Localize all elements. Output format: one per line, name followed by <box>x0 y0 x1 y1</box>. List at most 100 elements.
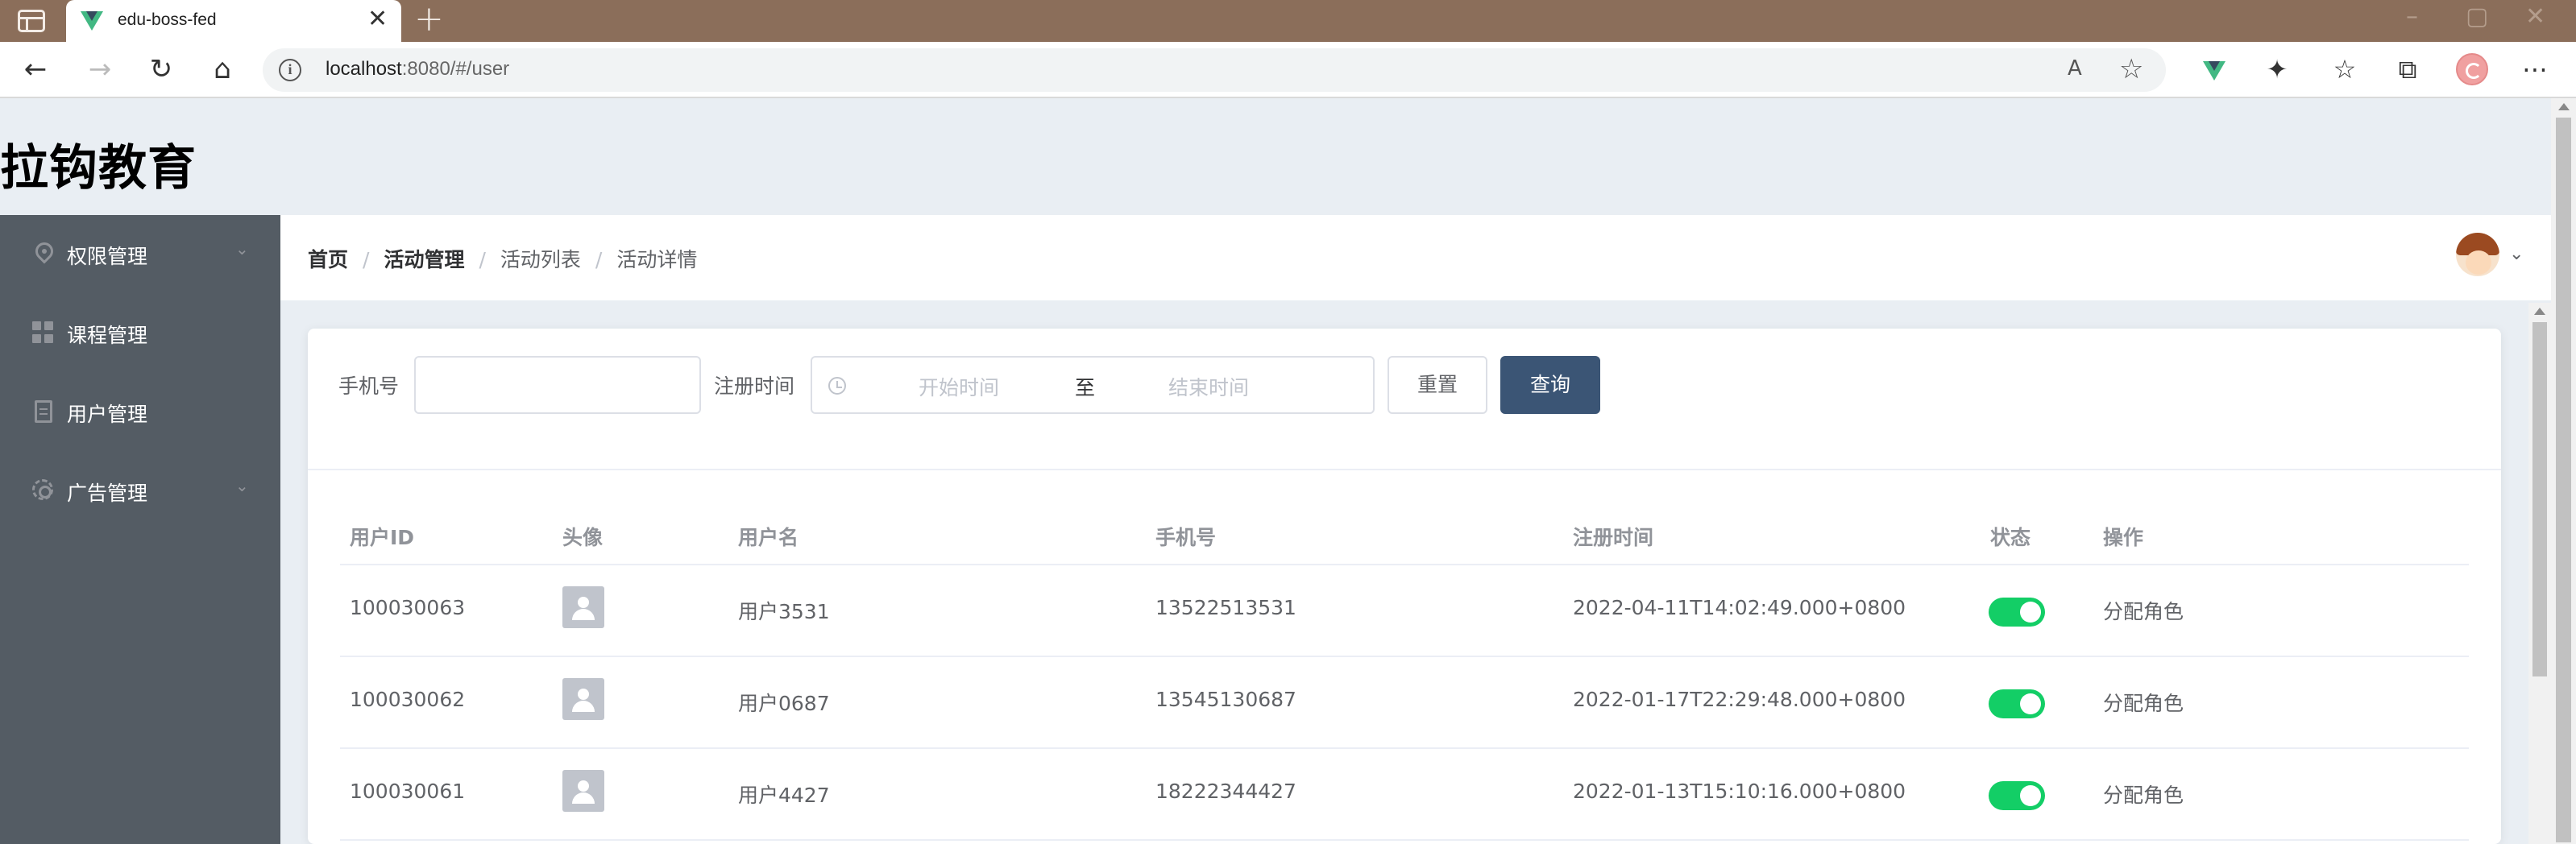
column-header: 状态 <box>1990 526 2031 549</box>
column-header: 注册时间 <box>1573 526 1654 549</box>
assign-role-button[interactable]: 分配角色 <box>2103 596 2184 625</box>
extensions-icon[interactable]: ✦ <box>2259 53 2295 85</box>
breadcrumb-item-activity-list: 活动列表 <box>500 248 581 271</box>
user-avatar-icon <box>562 770 604 812</box>
phone-input[interactable] <box>414 356 701 414</box>
breadcrumb-separator: / <box>363 248 370 271</box>
tab-title[interactable]: edu-boss-fed <box>118 10 217 30</box>
app-header: 拉钩教育 <box>0 98 2551 215</box>
scroll-up-icon[interactable] <box>2558 103 2570 110</box>
window-minimize-icon[interactable]: – <box>2406 5 2418 29</box>
content-card: 手机号 注册时间 开始时间 至 结束时间 重置 查询 用户ID 头像 用户名 手… <box>308 329 2501 844</box>
register-time-cell: 2022-04-11T14:02:49.000+0800 <box>1573 596 1906 619</box>
window-maximize-icon[interactable]: ▢ <box>2466 5 2488 29</box>
sidebar-item-courses[interactable]: 课程管理 <box>0 294 280 373</box>
user-id-cell: 100030063 <box>350 596 466 619</box>
clock-icon <box>828 377 846 395</box>
document-icon <box>35 400 52 423</box>
status-switch[interactable] <box>1989 781 2045 810</box>
phone-cell: 13545130687 <box>1155 688 1296 711</box>
filter-form: 手机号 注册时间 开始时间 至 结束时间 重置 查询 <box>308 329 2501 470</box>
grid-icon <box>32 321 55 344</box>
avatar[interactable] <box>2456 233 2499 276</box>
user-avatar-icon <box>562 586 604 628</box>
username-cell: 用户0687 <box>738 692 830 715</box>
start-date-input[interactable]: 开始时间 <box>919 372 999 401</box>
scrollbar-thumb[interactable] <box>2532 322 2547 676</box>
assign-role-button[interactable]: 分配角色 <box>2103 688 2184 717</box>
info-icon[interactable]: i <box>279 59 301 81</box>
forward-icon[interactable]: → <box>82 53 118 85</box>
column-header: 用户名 <box>738 526 799 549</box>
breadcrumb-separator: / <box>479 248 486 271</box>
username-cell: 用户4427 <box>738 784 830 807</box>
table-row: 100030063 用户3531 13522513531 2022-04-11T… <box>340 565 2469 657</box>
sidebar-item-label: 课程管理 <box>67 324 148 347</box>
breadcrumb: 首页 / 活动管理 / 活动列表 / 活动详情 <box>308 244 697 273</box>
sidebar-item-label: 广告管理 <box>67 482 148 505</box>
phone-cell: 13522513531 <box>1155 596 1296 619</box>
scroll-up-icon[interactable] <box>2534 308 2545 315</box>
chevron-down-icon[interactable]: ⌄ <box>2509 244 2524 264</box>
browser-tab[interactable] <box>66 0 401 42</box>
end-date-input[interactable]: 结束时间 <box>1168 372 1249 401</box>
date-range-picker[interactable]: 开始时间 至 结束时间 <box>811 356 1375 414</box>
content-scrollbar[interactable] <box>2528 303 2551 844</box>
refresh-icon[interactable]: ↻ <box>143 53 179 85</box>
menu-icon[interactable]: ⋯ <box>2517 53 2553 85</box>
favorites-icon[interactable]: ☆ <box>2327 53 2362 85</box>
browser-tab-bar: edu-boss-fed ✕ + – ▢ ✕ <box>0 0 2576 42</box>
new-tab-icon[interactable]: + <box>414 2 444 37</box>
app-logo: 拉钩教育 <box>0 140 197 197</box>
table-row: 100030061 用户4427 18222344427 2022-01-13T… <box>340 749 2469 841</box>
column-header: 手机号 <box>1155 526 1217 549</box>
table-header: 用户ID 头像 用户名 手机号 注册时间 状态 操作 <box>340 498 2469 565</box>
range-separator: 至 <box>1075 376 1096 399</box>
vue-devtools-icon[interactable] <box>2203 61 2225 81</box>
status-switch[interactable] <box>1989 598 2045 627</box>
phone-cell: 18222344427 <box>1155 780 1296 803</box>
column-header: 操作 <box>2103 526 2144 549</box>
sidebar-item-label: 用户管理 <box>67 403 148 426</box>
home-icon[interactable]: ⌂ <box>205 53 240 85</box>
back-icon[interactable]: ← <box>18 53 53 85</box>
phone-label: 手机号 <box>338 374 400 398</box>
register-date-label: 注册时间 <box>714 374 795 398</box>
sidebar-item-ads[interactable]: 广告管理 ⌄ <box>0 452 280 531</box>
collections-icon[interactable]: ⧉ <box>2390 53 2425 85</box>
reset-button[interactable]: 重置 <box>1388 356 1487 414</box>
query-button[interactable]: 查询 <box>1500 356 1600 414</box>
sidebar-item-users[interactable]: 用户管理 <box>0 373 280 452</box>
breadcrumb-item-activity-management[interactable]: 活动管理 <box>384 248 464 271</box>
username-cell: 用户3531 <box>738 600 830 623</box>
window-close-icon[interactable]: ✕ <box>2525 5 2545 29</box>
breadcrumb-separator: / <box>595 248 603 271</box>
user-id-cell: 100030062 <box>350 688 466 711</box>
sidebar: 权限管理 ⌄ 课程管理 用户管理 广告管理 ⌄ <box>0 215 280 844</box>
status-switch[interactable] <box>1989 689 2045 718</box>
chevron-down-icon: ⌄ <box>235 476 249 495</box>
register-time-cell: 2022-01-13T15:10:16.000+0800 <box>1573 780 1906 803</box>
column-header: 用户ID <box>350 526 415 549</box>
user-avatar-icon <box>562 678 604 720</box>
url-text[interactable]: localhost:8080/#/user <box>326 58 509 81</box>
profile-icon[interactable] <box>2456 53 2488 85</box>
user-id-cell: 100030061 <box>350 780 466 803</box>
tab-close-icon[interactable]: ✕ <box>367 7 388 31</box>
tab-actions-icon[interactable] <box>18 10 45 32</box>
breadcrumb-item-home[interactable]: 首页 <box>308 248 348 271</box>
favorite-add-icon[interactable]: ☆ <box>2119 53 2143 85</box>
read-aloud-icon[interactable]: A <box>2068 56 2082 81</box>
scrollbar-thumb[interactable] <box>2556 118 2571 842</box>
address-bar[interactable]: i localhost:8080/#/user A ☆ <box>263 48 2166 92</box>
breadcrumb-item-activity-detail: 活动详情 <box>616 248 698 271</box>
sidebar-item-permissions[interactable]: 权限管理 ⌄ <box>0 215 280 294</box>
sidebar-item-label: 权限管理 <box>67 245 148 268</box>
assign-role-button[interactable]: 分配角色 <box>2103 780 2184 809</box>
register-time-cell: 2022-01-17T22:29:48.000+0800 <box>1573 688 1906 711</box>
column-header: 头像 <box>562 526 604 549</box>
page-scrollbar[interactable] <box>2551 98 2576 844</box>
location-icon <box>31 238 57 264</box>
table-row: 100030062 用户0687 13545130687 2022-01-17T… <box>340 657 2469 749</box>
chevron-down-icon: ⌄ <box>235 239 249 259</box>
